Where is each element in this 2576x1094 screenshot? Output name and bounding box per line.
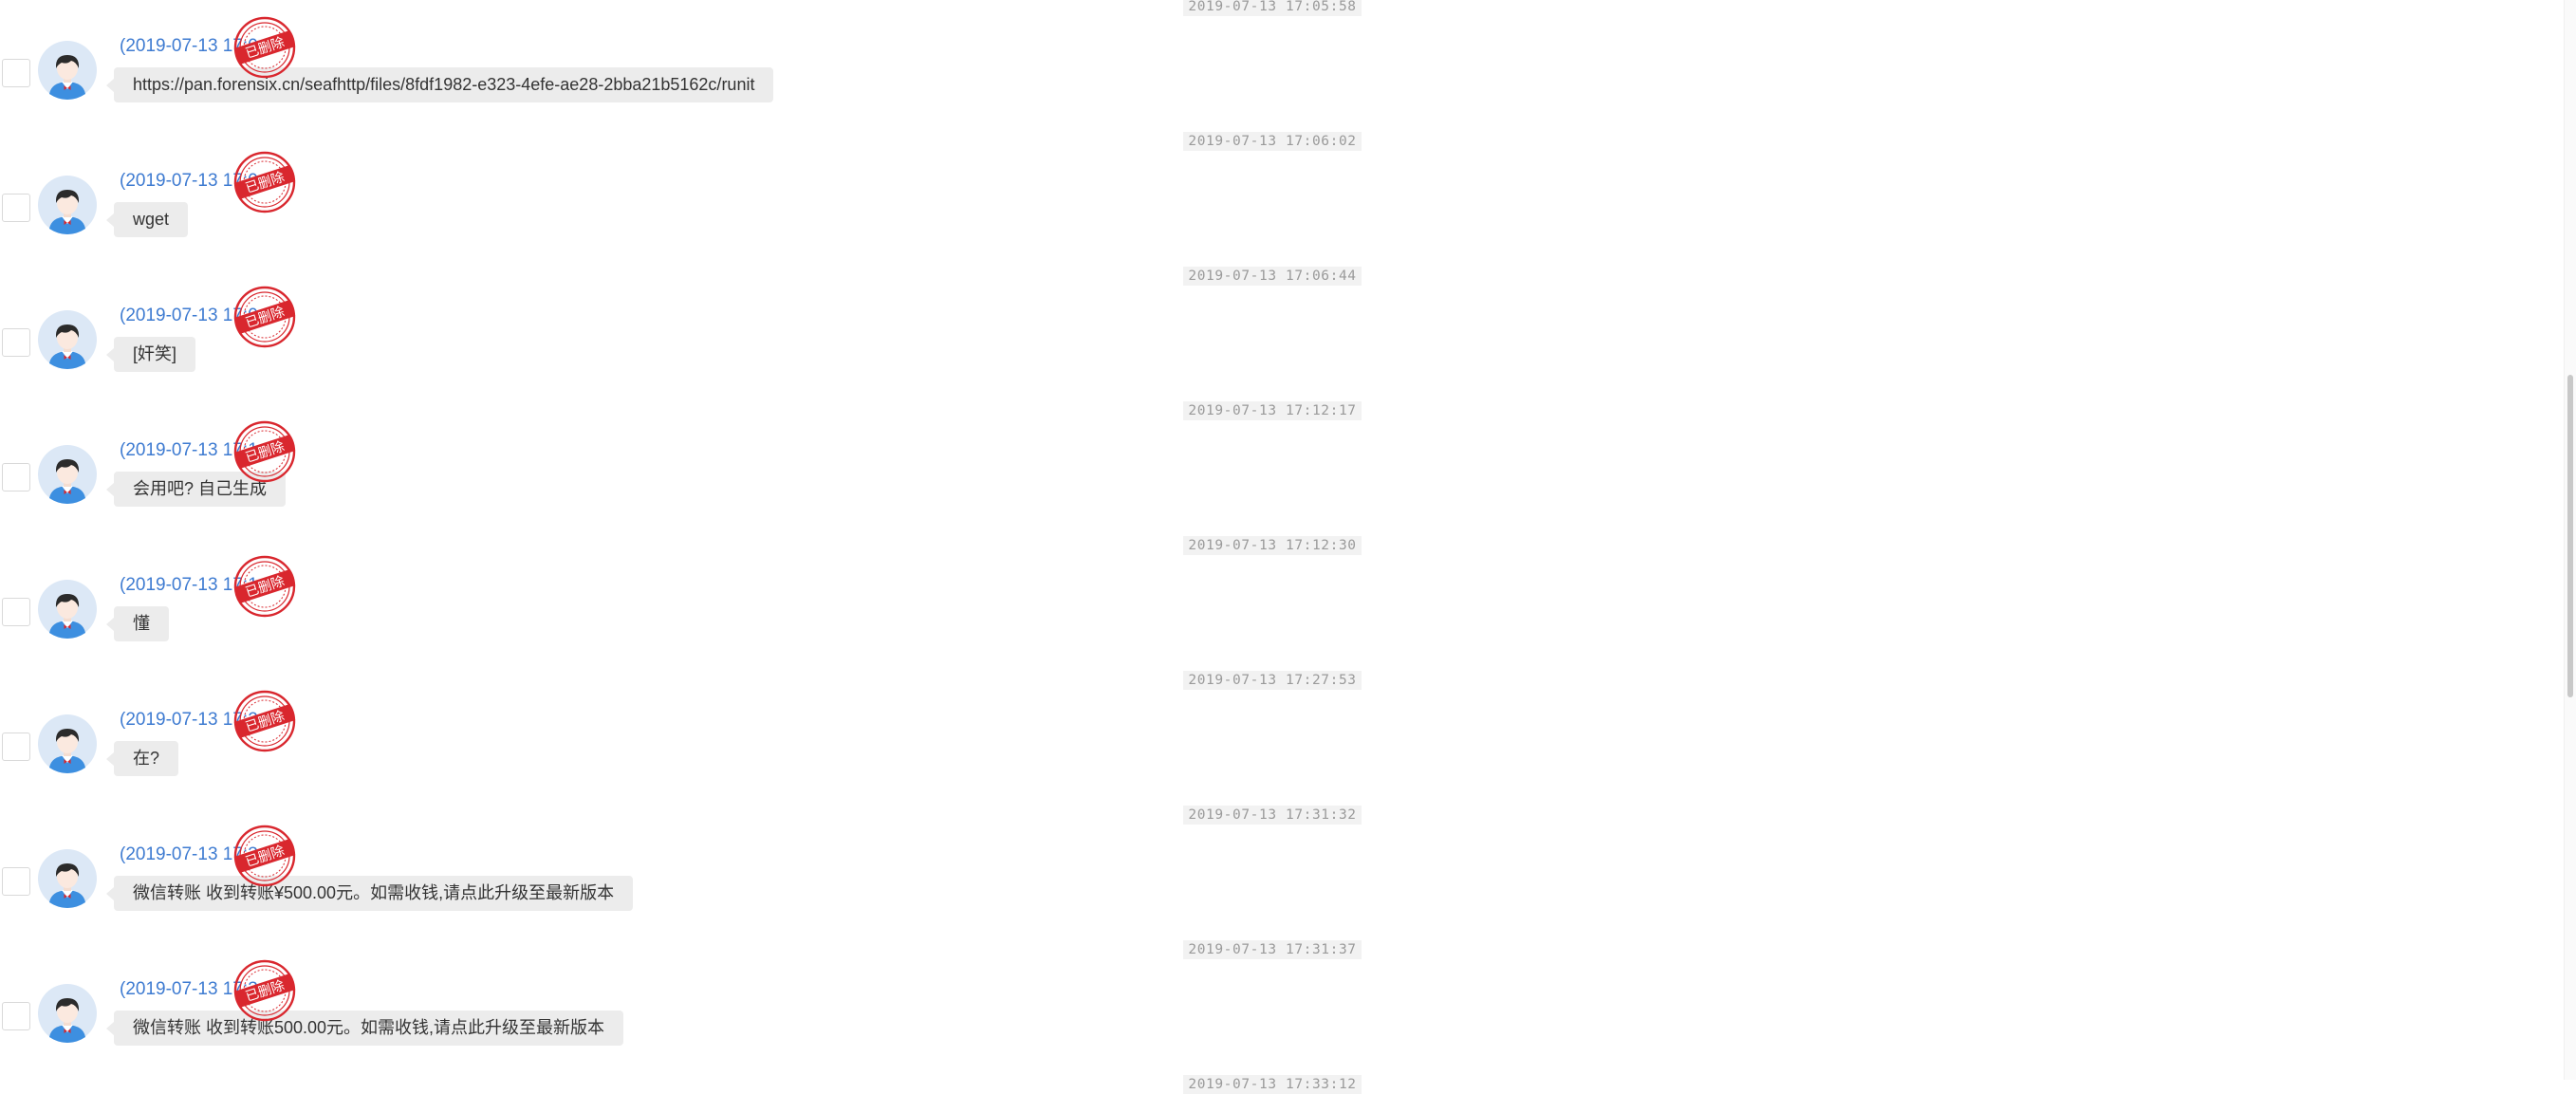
user-avatar-icon — [38, 849, 97, 908]
deleted-stamp-icon: 已删除 — [233, 420, 296, 483]
select-checkbox[interactable] — [2, 463, 30, 491]
message-bubble[interactable]: wget — [105, 202, 189, 237]
message-timestamp: 2019-07-13 17:27:53 — [1183, 671, 1362, 690]
message-bubble[interactable]: https://pan.forensix.cn/seafhttp/files/8… — [105, 67, 774, 102]
message-timestamp: 2019-07-13 17:31:37 — [1183, 940, 1362, 959]
deleted-stamp-icon: 已删除 — [233, 286, 296, 348]
deleted-stamp-icon: 已删除 — [233, 959, 296, 1022]
message-timestamp: 2019-07-13 17:06:02 — [1183, 132, 1362, 151]
message-bubble[interactable]: 在? — [105, 741, 179, 776]
select-checkbox[interactable] — [2, 732, 30, 761]
deleted-stamp-icon: 已删除 — [233, 690, 296, 752]
deleted-stamp-icon: 已删除 — [233, 825, 296, 887]
message-bubble[interactable]: 微信转账 收到转账¥500.00元。如需收钱,请点此升级至最新版本 — [105, 876, 634, 911]
user-avatar-icon — [38, 714, 97, 773]
select-checkbox[interactable] — [2, 59, 30, 87]
select-checkbox[interactable] — [2, 867, 30, 896]
message-timestamp: 2019-07-13 17:06:44 — [1183, 267, 1362, 286]
user-avatar-icon — [38, 445, 97, 504]
message-bubble[interactable]: [奸笑] — [105, 337, 196, 372]
message-timestamp: 2019-07-13 17:33:12 — [1183, 1075, 1362, 1094]
message-timestamp: 2019-07-13 17:31:32 — [1183, 806, 1362, 825]
message-row: (2019-07-13 17:1 懂已删除 — [0, 555, 1518, 672]
deleted-stamp-icon: 已删除 — [233, 151, 296, 213]
user-avatar-icon — [38, 41, 97, 100]
user-avatar-icon — [38, 176, 97, 234]
message-row: (2019-07-13 17:0 [奸笑] 已删除 — [0, 286, 1518, 402]
scrollbar-thumb[interactable] — [2567, 375, 2573, 697]
select-checkbox[interactable] — [2, 598, 30, 626]
select-checkbox[interactable] — [2, 194, 30, 222]
message-bubble[interactable]: 懂 — [106, 606, 169, 641]
vertical-scrollbar[interactable] — [2564, 0, 2576, 1080]
select-checkbox[interactable] — [2, 328, 30, 357]
deleted-stamp-icon: 已删除 — [233, 16, 296, 79]
message-row: (2019-07-13 17:2 在? 已删除 — [0, 690, 1518, 807]
message-row: (2019-07-13 17:0 https://pan.forensix.cn/… — [0, 16, 1518, 133]
select-checkbox[interactable] — [2, 1002, 30, 1030]
chat-history-panel: 2019-07-13 17:05:58 (2019-07-13 17:0 https… — [0, 0, 2552, 1094]
message-timestamp: 2019-07-13 17:12:30 — [1183, 536, 1362, 555]
message-bubble[interactable]: 微信转账 收到转账500.00元。如需收钱,请点此升级至最新版本 — [105, 1011, 624, 1046]
user-avatar-icon — [38, 580, 97, 639]
message-row: (2019-07-13 17:1 会用吧? 自己生成 已删除 — [0, 420, 1518, 537]
message-timestamp: 2019-07-13 17:05:58 — [1183, 0, 1362, 16]
message-row: (2019-07-13 17:3 微信转账 收到转账500.00元。如需收钱,请点… — [0, 959, 1518, 1076]
user-avatar-icon — [38, 984, 97, 1043]
user-avatar-icon — [38, 310, 97, 369]
message-row: (2019-07-13 17:0 wget 已删除 — [0, 151, 1518, 268]
message-timestamp: 2019-07-13 17:12:17 — [1183, 401, 1362, 420]
message-row: (2019-07-13 17:3 微信转账 收到转账¥500.00元。如需收钱,请… — [0, 825, 1518, 941]
deleted-stamp-icon: 已删除 — [233, 555, 296, 618]
